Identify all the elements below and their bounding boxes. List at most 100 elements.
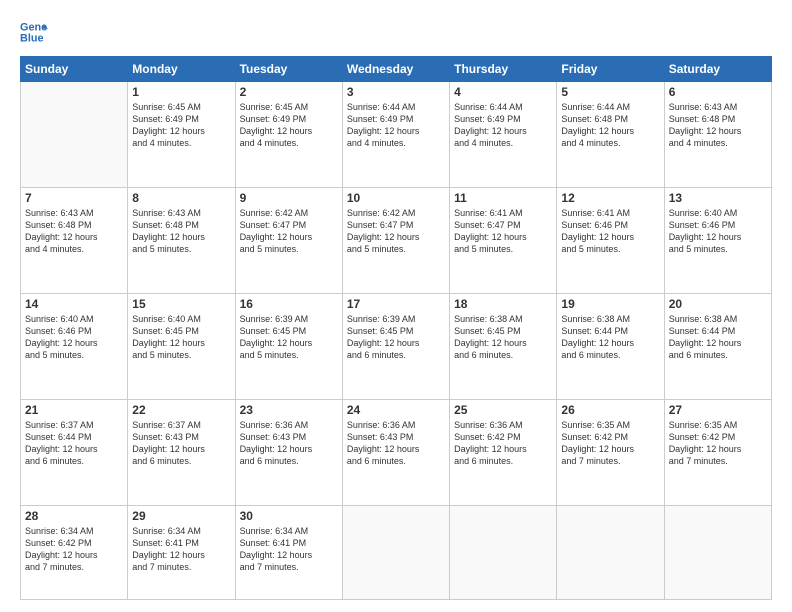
calendar-cell: 17 Sunrise: 6:39 AMSunset: 6:45 PMDayligh…: [342, 294, 449, 400]
calendar-cell: 8 Sunrise: 6:43 AMSunset: 6:48 PMDaylight…: [128, 188, 235, 294]
cell-info: Sunrise: 6:34 AMSunset: 6:41 PMDaylight:…: [240, 525, 338, 574]
calendar-cell: 22 Sunrise: 6:37 AMSunset: 6:43 PMDayligh…: [128, 400, 235, 506]
logo-icon: General Blue: [20, 18, 48, 46]
cell-info: Sunrise: 6:38 AMSunset: 6:45 PMDaylight:…: [454, 313, 552, 362]
calendar-cell: 6 Sunrise: 6:43 AMSunset: 6:48 PMDaylight…: [664, 82, 771, 188]
day-number: 3: [347, 85, 445, 99]
day-number: 1: [132, 85, 230, 99]
cell-info: Sunrise: 6:41 AMSunset: 6:47 PMDaylight:…: [454, 207, 552, 256]
day-number: 21: [25, 403, 123, 417]
cell-info: Sunrise: 6:45 AMSunset: 6:49 PMDaylight:…: [132, 101, 230, 150]
day-number: 22: [132, 403, 230, 417]
day-number: 9: [240, 191, 338, 205]
weekday-header-saturday: Saturday: [664, 57, 771, 82]
cell-info: Sunrise: 6:40 AMSunset: 6:46 PMDaylight:…: [669, 207, 767, 256]
day-number: 15: [132, 297, 230, 311]
day-number: 25: [454, 403, 552, 417]
cell-info: Sunrise: 6:38 AMSunset: 6:44 PMDaylight:…: [669, 313, 767, 362]
week-row-2: 7 Sunrise: 6:43 AMSunset: 6:48 PMDaylight…: [21, 188, 772, 294]
calendar-cell: 10Sunrise: 6:42 AMSunset: 6:47 PMDayligh…: [342, 188, 449, 294]
calendar-cell: [342, 506, 449, 600]
day-number: 4: [454, 85, 552, 99]
calendar-cell: 2 Sunrise: 6:45 AMSunset: 6:49 PMDaylight…: [235, 82, 342, 188]
day-number: 17: [347, 297, 445, 311]
calendar-cell: 28 Sunrise: 6:34 AMSunset: 6:42 PMDayligh…: [21, 506, 128, 600]
day-number: 29: [132, 509, 230, 523]
calendar-cell: 1 Sunrise: 6:45 AMSunset: 6:49 PMDaylight…: [128, 82, 235, 188]
calendar-cell: 23Sunrise: 6:36 AMSunset: 6:43 PMDayligh…: [235, 400, 342, 506]
cell-info: Sunrise: 6:40 AMSunset: 6:46 PMDaylight:…: [25, 313, 123, 362]
cell-info: Sunrise: 6:39 AMSunset: 6:45 PMDaylight:…: [240, 313, 338, 362]
day-number: 7: [25, 191, 123, 205]
cell-info: Sunrise: 6:44 AMSunset: 6:49 PMDaylight:…: [347, 101, 445, 150]
calendar-cell: [557, 506, 664, 600]
day-number: 2: [240, 85, 338, 99]
logo: General Blue: [20, 18, 48, 46]
cell-info: Sunrise: 6:42 AMSunset: 6:47 PMDaylight:…: [347, 207, 445, 256]
cell-info: Sunrise: 6:44 AMSunset: 6:48 PMDaylight:…: [561, 101, 659, 150]
day-number: 16: [240, 297, 338, 311]
calendar-cell: [450, 506, 557, 600]
day-number: 11: [454, 191, 552, 205]
weekday-header-thursday: Thursday: [450, 57, 557, 82]
cell-info: Sunrise: 6:38 AMSunset: 6:44 PMDaylight:…: [561, 313, 659, 362]
cell-info: Sunrise: 6:37 AMSunset: 6:44 PMDaylight:…: [25, 419, 123, 468]
cell-info: Sunrise: 6:43 AMSunset: 6:48 PMDaylight:…: [669, 101, 767, 150]
day-number: 28: [25, 509, 123, 523]
cell-info: Sunrise: 6:35 AMSunset: 6:42 PMDaylight:…: [669, 419, 767, 468]
day-number: 19: [561, 297, 659, 311]
calendar-cell: [664, 506, 771, 600]
calendar-cell: 25 Sunrise: 6:36 AMSunset: 6:42 PMDayligh…: [450, 400, 557, 506]
day-number: 12: [561, 191, 659, 205]
calendar-cell: 3 Sunrise: 6:44 AMSunset: 6:49 PMDaylight…: [342, 82, 449, 188]
calendar-cell: 21 Sunrise: 6:37 AMSunset: 6:44 PMDayligh…: [21, 400, 128, 506]
cell-info: Sunrise: 6:36 AMSunset: 6:43 PMDaylight:…: [347, 419, 445, 468]
cell-info: Sunrise: 6:39 AMSunset: 6:45 PMDaylight:…: [347, 313, 445, 362]
weekday-header-friday: Friday: [557, 57, 664, 82]
week-row-3: 14 Sunrise: 6:40 AMSunset: 6:46 PMDayligh…: [21, 294, 772, 400]
week-row-1: 1 Sunrise: 6:45 AMSunset: 6:49 PMDaylight…: [21, 82, 772, 188]
weekday-header-tuesday: Tuesday: [235, 57, 342, 82]
cell-info: Sunrise: 6:35 AMSunset: 6:42 PMDaylight:…: [561, 419, 659, 468]
cell-info: Sunrise: 6:45 AMSunset: 6:49 PMDaylight:…: [240, 101, 338, 150]
weekday-header-monday: Monday: [128, 57, 235, 82]
calendar-cell: 18Sunrise: 6:38 AMSunset: 6:45 PMDayligh…: [450, 294, 557, 400]
day-number: 24: [347, 403, 445, 417]
cell-info: Sunrise: 6:41 AMSunset: 6:46 PMDaylight:…: [561, 207, 659, 256]
calendar-cell: 4Sunrise: 6:44 AMSunset: 6:49 PMDaylight…: [450, 82, 557, 188]
day-number: 20: [669, 297, 767, 311]
cell-info: Sunrise: 6:36 AMSunset: 6:42 PMDaylight:…: [454, 419, 552, 468]
weekday-header-sunday: Sunday: [21, 57, 128, 82]
calendar-cell: 11 Sunrise: 6:41 AMSunset: 6:47 PMDayligh…: [450, 188, 557, 294]
page: General Blue SundayMondayTuesdayWednesda…: [0, 0, 792, 612]
cell-info: Sunrise: 6:43 AMSunset: 6:48 PMDaylight:…: [132, 207, 230, 256]
week-row-4: 21 Sunrise: 6:37 AMSunset: 6:44 PMDayligh…: [21, 400, 772, 506]
day-number: 8: [132, 191, 230, 205]
calendar-cell: 27Sunrise: 6:35 AMSunset: 6:42 PMDayligh…: [664, 400, 771, 506]
day-number: 30: [240, 509, 338, 523]
day-number: 5: [561, 85, 659, 99]
calendar-table: SundayMondayTuesdayWednesdayThursdayFrid…: [20, 56, 772, 600]
calendar-cell: 5 Sunrise: 6:44 AMSunset: 6:48 PMDaylight…: [557, 82, 664, 188]
cell-info: Sunrise: 6:34 AMSunset: 6:41 PMDaylight:…: [132, 525, 230, 574]
cell-info: Sunrise: 6:36 AMSunset: 6:43 PMDaylight:…: [240, 419, 338, 468]
calendar-cell: 20 Sunrise: 6:38 AMSunset: 6:44 PMDayligh…: [664, 294, 771, 400]
calendar-cell: [21, 82, 128, 188]
svg-text:Blue: Blue: [20, 32, 44, 44]
calendar-cell: 15 Sunrise: 6:40 AMSunset: 6:45 PMDayligh…: [128, 294, 235, 400]
cell-info: Sunrise: 6:43 AMSunset: 6:48 PMDaylight:…: [25, 207, 123, 256]
cell-info: Sunrise: 6:34 AMSunset: 6:42 PMDaylight:…: [25, 525, 123, 574]
calendar-cell: 7 Sunrise: 6:43 AMSunset: 6:48 PMDaylight…: [21, 188, 128, 294]
calendar-cell: 14 Sunrise: 6:40 AMSunset: 6:46 PMDayligh…: [21, 294, 128, 400]
day-number: 14: [25, 297, 123, 311]
cell-info: Sunrise: 6:37 AMSunset: 6:43 PMDaylight:…: [132, 419, 230, 468]
calendar-cell: 9Sunrise: 6:42 AMSunset: 6:47 PMDaylight…: [235, 188, 342, 294]
weekday-header-wednesday: Wednesday: [342, 57, 449, 82]
week-row-5: 28 Sunrise: 6:34 AMSunset: 6:42 PMDayligh…: [21, 506, 772, 600]
header: General Blue: [20, 18, 772, 46]
day-number: 6: [669, 85, 767, 99]
cell-info: Sunrise: 6:40 AMSunset: 6:45 PMDaylight:…: [132, 313, 230, 362]
calendar-cell: 26 Sunrise: 6:35 AMSunset: 6:42 PMDayligh…: [557, 400, 664, 506]
day-number: 26: [561, 403, 659, 417]
calendar-cell: 16 Sunrise: 6:39 AMSunset: 6:45 PMDayligh…: [235, 294, 342, 400]
